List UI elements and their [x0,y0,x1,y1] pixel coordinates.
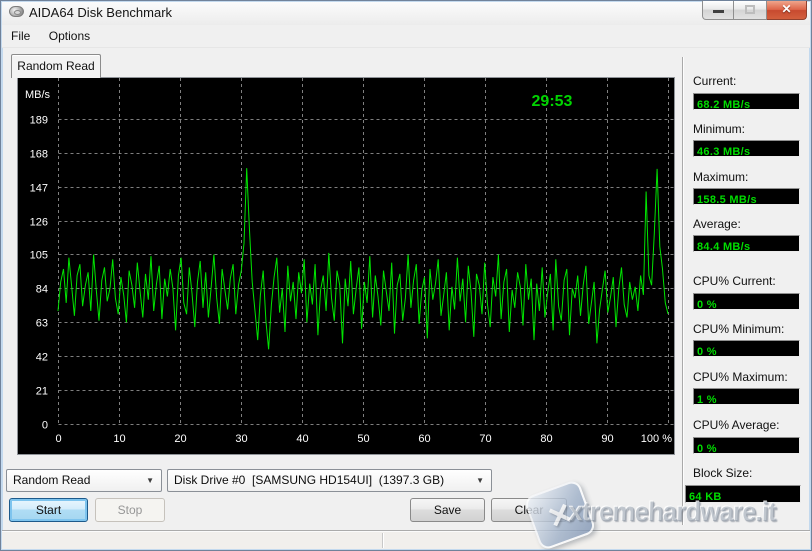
elapsed-time: 29:53 [532,93,573,110]
stat-cpu-maximum-text: 1 % [697,394,717,406]
svg-text:105: 105 [30,250,48,262]
svg-text:MB/s: MB/s [25,89,51,101]
test-type-value: Random Read [13,473,90,487]
svg-text:147: 147 [30,183,48,195]
stat-average-value: 84.4 MB/s [693,235,800,252]
menubar: File Options [2,25,810,48]
save-button[interactable]: Save [410,498,485,522]
svg-text:0: 0 [42,420,48,432]
svg-text:168: 168 [30,149,48,161]
svg-text:30: 30 [235,433,247,445]
stat-maximum-label: Maximum: [693,170,809,184]
menu-file[interactable]: File [4,25,37,43]
titlebar[interactable]: AIDA64 Disk Benchmark [2,2,810,25]
tab-label: Random Read [17,59,94,73]
svg-text:84: 84 [36,284,48,296]
svg-text:60: 60 [418,433,430,445]
stat-block-size-label: Block Size: [693,466,809,480]
menu-options[interactable]: Options [42,25,97,43]
stat-block-size-value: 64 KB [685,485,801,503]
stat-cpu-minimum-label: CPU% Minimum: [693,322,809,336]
minimize-icon [713,10,724,13]
stat-cpu-current-label: CPU% Current: [693,274,809,288]
stat-cpu-average-text: 0 % [697,443,717,455]
close-icon: ✕ [767,2,806,16]
svg-text:189: 189 [30,115,48,127]
stat-maximum-value: 158.5 MB/s [693,188,800,205]
stat-minimum-label: Minimum: [693,122,809,136]
stat-cpu-current-value: 0 % [693,293,800,310]
stat-average-text: 84.4 MB/s [697,241,750,253]
window-title: AIDA64 Disk Benchmark [29,5,172,20]
close-button[interactable]: ✕ [767,1,807,20]
stat-maximum-text: 158.5 MB/s [697,194,757,206]
drive-select[interactable]: Disk Drive #0 [SAMSUNG HD154UI] (1397.3 … [167,469,492,492]
benchmark-chart: 0 21 42 63 84 105 126 147 168 189 MB/s 0 10 20 30 40 50 6… [18,78,674,454]
svg-text:21: 21 [36,386,48,398]
svg-text:10: 10 [113,433,125,445]
stat-current-text: 68.2 MB/s [697,99,750,111]
stat-cpu-maximum-value: 1 % [693,388,800,405]
svg-text:80: 80 [540,433,552,445]
maximize-icon [745,5,755,14]
start-button[interactable]: Start [9,498,88,522]
dropdown-arrow-icon: ▼ [476,476,484,485]
drive-value: Disk Drive #0 [SAMSUNG HD154UI] (1397.3 … [174,473,444,487]
stat-current-value: 68.2 MB/s [693,93,800,110]
tab-random-read[interactable]: Random Read [11,54,101,78]
svg-text:90: 90 [601,433,613,445]
stat-minimum-value: 46.3 MB/s [693,140,800,157]
svg-text:20: 20 [174,433,186,445]
status-bar [2,530,810,549]
stat-cpu-minimum-value: 0 % [693,340,800,357]
test-type-select[interactable]: Random Read ▼ [6,469,162,492]
svg-text:42: 42 [36,352,48,364]
stat-current-label: Current: [693,74,809,88]
disk-app-icon [9,6,24,17]
stat-minimum-text: 46.3 MB/s [697,146,750,158]
svg-text:63: 63 [36,318,48,330]
stat-cpu-current-text: 0 % [697,299,717,311]
status-bar-divider [382,533,383,548]
stat-average-label: Average: [693,217,809,231]
stat-cpu-maximum-label: CPU% Maximum: [693,370,809,384]
svg-text:50: 50 [357,433,369,445]
chart-frame: 0 21 42 63 84 105 126 147 168 189 MB/s 0 10 20 30 40 50 6… [17,77,675,455]
svg-text:40: 40 [296,433,308,445]
stat-cpu-minimum-text: 0 % [697,346,717,358]
stat-cpu-average-label: CPU% Average: [693,418,809,432]
window-controls: ✕ [702,1,807,20]
stop-button[interactable]: Stop [95,498,165,522]
dropdown-arrow-icon: ▼ [146,476,154,485]
stat-block-size-text: 64 KB [689,491,722,503]
app-window: AIDA64 Disk Benchmark ✕ File Options Ran… [0,0,812,551]
svg-text:0: 0 [55,433,61,445]
maximize-button[interactable] [734,1,767,20]
clear-button[interactable]: Clear [491,498,567,522]
stat-cpu-average-value: 0 % [693,437,800,454]
svg-text:70: 70 [479,433,491,445]
panel-divider [682,57,683,525]
minimize-button[interactable] [702,1,734,20]
svg-text:100 %: 100 % [641,433,672,445]
svg-text:126: 126 [30,217,48,229]
